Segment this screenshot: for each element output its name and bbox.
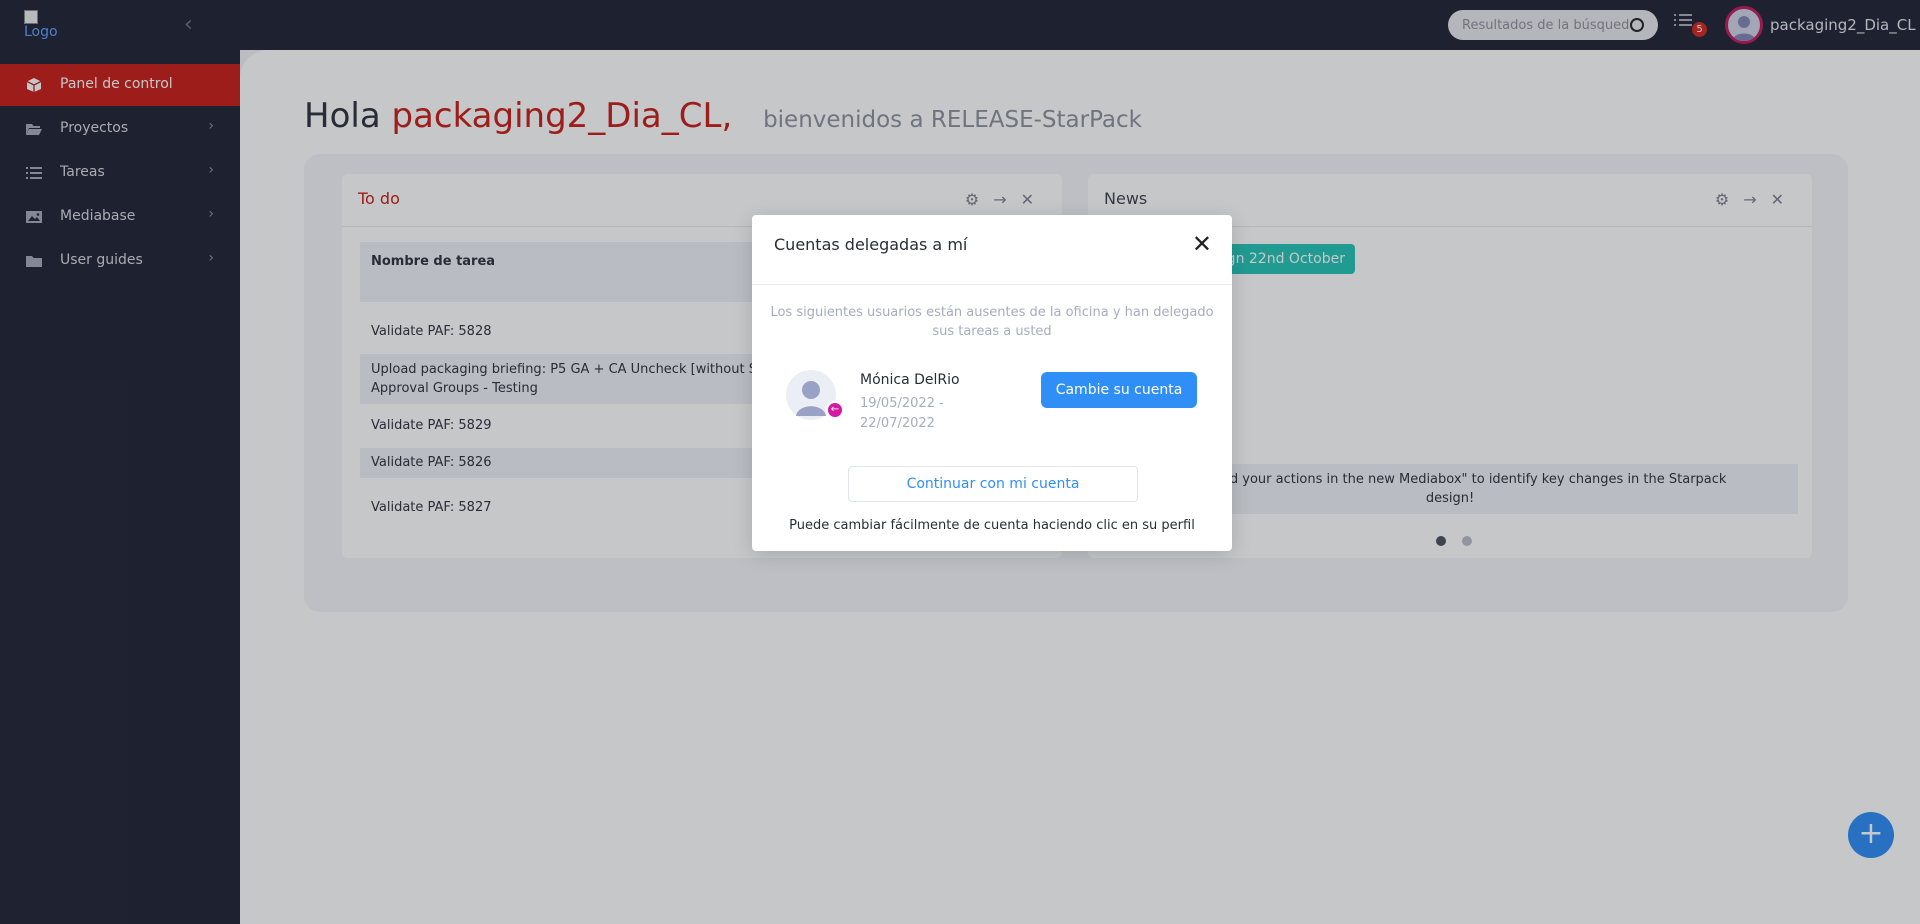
modal-footer-text: Puede cambiar fácilmente de cuenta hacie… [789, 518, 1195, 533]
arrow-left-icon: ← [826, 401, 844, 419]
delegate-name: Mónica DelRio [860, 372, 960, 388]
modal-info-text: Los siguientes usuarios están ausentes d… [770, 305, 1214, 339]
delegated-accounts-modal: Cuentas delegadas a mí ✕ Los siguientes … [752, 215, 1232, 551]
divider [752, 284, 1232, 285]
continue-with-my-account-button[interactable]: Continuar con mi cuenta [848, 466, 1138, 502]
delegate-dates: 19/05/2022 - 22/07/2022 [860, 396, 944, 431]
switch-account-button[interactable]: Cambie su cuenta [1041, 372, 1197, 408]
close-icon: ✕ [1191, 230, 1212, 258]
close-button[interactable]: ✕ [1192, 232, 1212, 256]
modal-title: Cuentas delegadas a mí [774, 235, 968, 254]
